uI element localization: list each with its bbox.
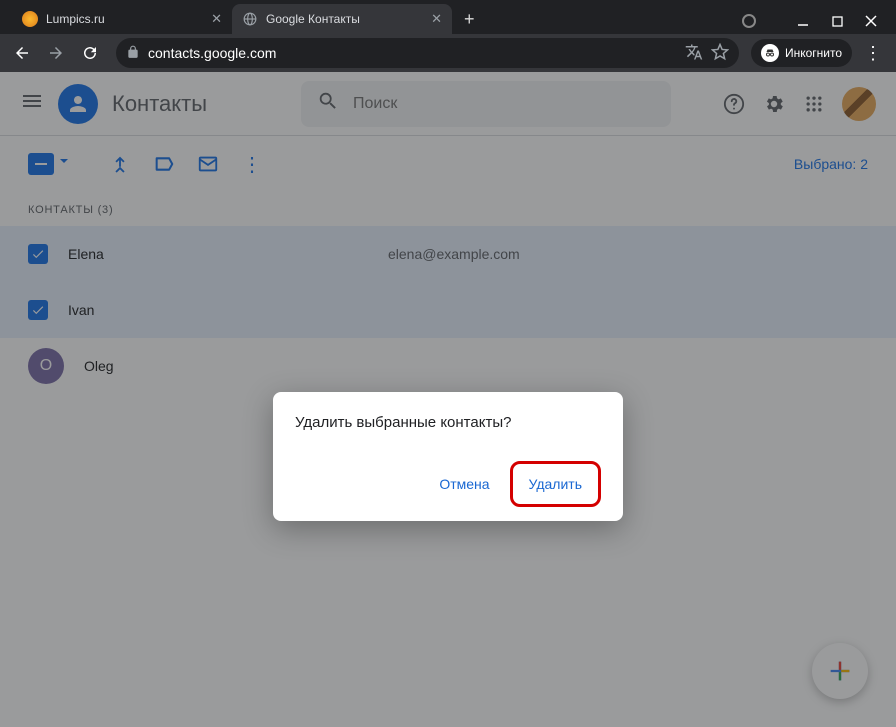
browser-tab-active[interactable]: Google Контакты ✕ [232, 4, 452, 34]
window-maximize-button[interactable] [830, 14, 844, 28]
forward-button[interactable] [42, 39, 70, 67]
delete-button[interactable]: Удалить [517, 468, 594, 500]
browser-toolbar: contacts.google.com Инкогнито ⋮ [0, 34, 896, 72]
dialog-title: Удалить выбранные контакты? [295, 414, 601, 431]
bookmark-icon[interactable] [711, 43, 729, 64]
app-viewport: Контакты ⋮ Выбрано: 2 КОНТАКТЫ (3) Elena… [0, 72, 896, 727]
favicon-icon [242, 11, 258, 27]
favicon-icon [22, 11, 38, 27]
confirm-delete-dialog: Удалить выбранные контакты? Отмена Удали… [273, 392, 623, 521]
url-text: contacts.google.com [148, 45, 276, 61]
incognito-label: Инкогнито [785, 46, 842, 60]
incognito-profile[interactable]: Инкогнито [751, 39, 852, 67]
close-tab-icon[interactable]: ✕ [211, 11, 222, 27]
browser-tab[interactable]: Lumpics.ru ✕ [12, 4, 232, 34]
reload-button[interactable] [76, 39, 104, 67]
window-minimize-button[interactable] [796, 14, 810, 28]
incognito-indicator-icon [742, 14, 756, 28]
tab-title: Google Контакты [266, 12, 423, 26]
browser-menu-button[interactable]: ⋮ [858, 43, 888, 64]
new-tab-button[interactable]: + [452, 4, 487, 34]
cancel-button[interactable]: Отмена [427, 461, 501, 507]
address-bar[interactable]: contacts.google.com [116, 38, 739, 68]
window-close-button[interactable] [864, 14, 878, 28]
close-tab-icon[interactable]: ✕ [431, 11, 442, 27]
lock-icon [126, 45, 140, 62]
tab-title: Lumpics.ru [46, 12, 203, 26]
annotation-highlight: Удалить [510, 461, 601, 507]
translate-icon[interactable] [685, 43, 703, 64]
browser-titlebar: Lumpics.ru ✕ Google Контакты ✕ + [0, 0, 896, 34]
back-button[interactable] [8, 39, 36, 67]
incognito-icon [761, 44, 779, 62]
